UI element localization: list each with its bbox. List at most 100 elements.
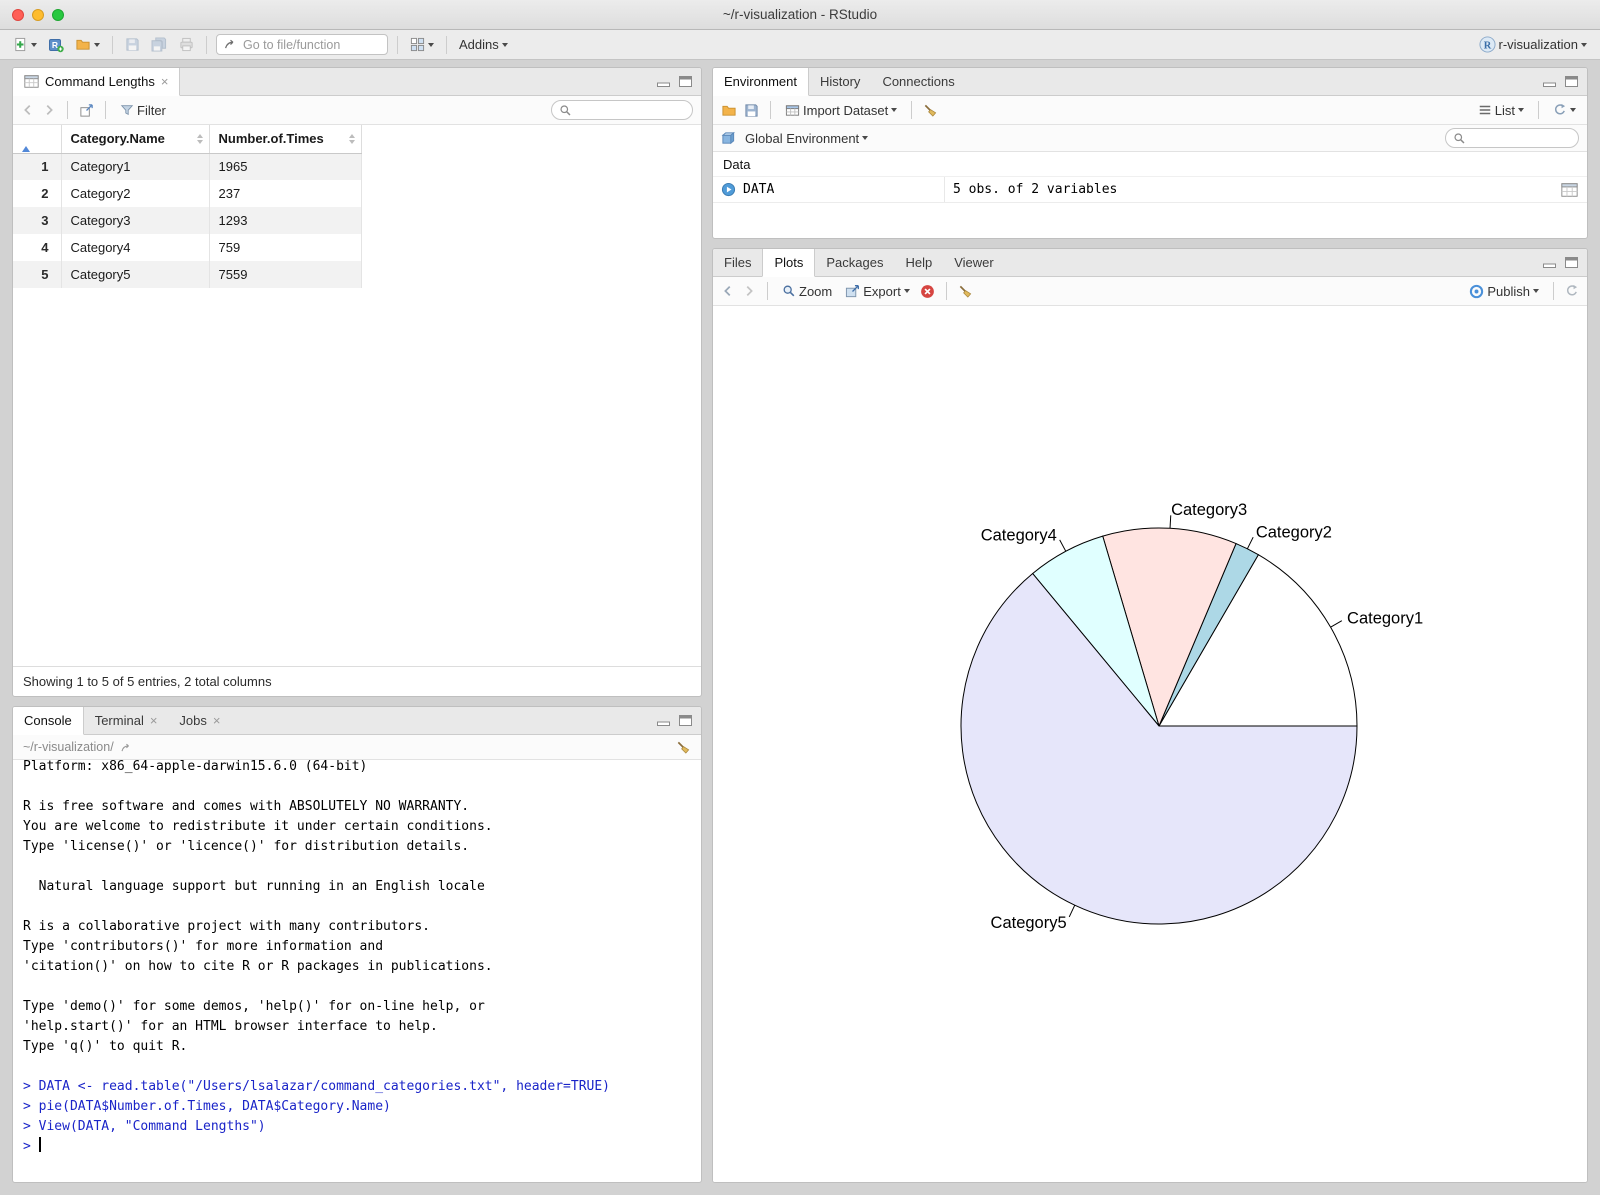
tab-label: Connections xyxy=(882,74,955,89)
save-workspace-icon[interactable] xyxy=(744,103,759,118)
chevron-down-icon xyxy=(903,289,910,293)
row-number-header[interactable] xyxy=(13,125,62,154)
expand-object-icon[interactable] xyxy=(721,182,736,197)
tab-viewer[interactable]: Viewer xyxy=(943,249,1005,276)
zoom-plot-button[interactable]: Zoom xyxy=(779,282,835,301)
addins-button[interactable]: Addins xyxy=(456,35,511,54)
save-button[interactable] xyxy=(122,35,143,54)
new-project-button[interactable]: R xyxy=(45,35,67,55)
zoom-window-button[interactable] xyxy=(52,8,64,21)
environment-object-row[interactable]: DATA 5 obs. of 2 variables xyxy=(713,176,1587,203)
close-tab-icon[interactable]: × xyxy=(213,714,221,727)
chevron-down-icon xyxy=(1518,108,1524,112)
table-row: 3 Category3 1293 xyxy=(13,207,362,234)
tab-history[interactable]: History xyxy=(809,68,871,95)
table-search-box[interactable] xyxy=(551,100,693,120)
minimize-pane-icon[interactable] xyxy=(657,715,670,726)
viewer-table-body: 1 Category1 1965 2 Category2 237 3 Category3 129… xyxy=(13,153,362,288)
open-file-button[interactable] xyxy=(72,35,103,54)
print-icon xyxy=(180,37,193,52)
data-table: Category.Name Number.of.Times 1 Category1… xyxy=(13,125,362,288)
clear-all-plots-broom-icon[interactable] xyxy=(958,284,973,299)
publish-button[interactable]: Publish xyxy=(1466,282,1542,301)
remove-plot-icon[interactable] xyxy=(920,284,935,299)
maximize-pane-icon[interactable] xyxy=(679,715,692,726)
save-all-button[interactable] xyxy=(148,35,171,54)
tab-command-lengths[interactable]: Command Lengths × xyxy=(13,68,181,96)
minimize-pane-icon[interactable] xyxy=(657,76,670,87)
popout-window-icon[interactable] xyxy=(79,103,94,118)
svg-text:R: R xyxy=(52,40,58,50)
save-all-icon xyxy=(151,37,167,52)
row-number: 5 xyxy=(13,261,62,288)
tab-files[interactable]: Files xyxy=(713,249,762,276)
chevron-down-icon xyxy=(428,42,434,47)
toolbar-separator xyxy=(206,35,207,54)
minimize-pane-icon[interactable] xyxy=(1543,76,1556,87)
clear-environment-broom-icon[interactable] xyxy=(923,103,938,118)
close-tab-icon[interactable]: × xyxy=(150,714,158,727)
object-name-cell: DATA xyxy=(713,177,945,202)
table-row: 4 Category4 759 xyxy=(13,234,362,261)
tab-console[interactable]: Console xyxy=(13,707,84,735)
goto-file-function-box[interactable] xyxy=(216,34,388,55)
refresh-plot-icon[interactable] xyxy=(1565,284,1579,298)
toolbar-separator xyxy=(105,101,106,119)
pane-layout-button[interactable] xyxy=(407,35,437,54)
table-search-input[interactable] xyxy=(577,103,685,117)
load-workspace-folder-icon[interactable] xyxy=(721,103,737,118)
sort-arrows-icon xyxy=(348,133,355,144)
tab-connections[interactable]: Connections xyxy=(871,68,965,95)
environment-scope-selector[interactable]: Global Environment xyxy=(742,129,871,148)
environment-search-box[interactable] xyxy=(1445,128,1579,148)
new-file-button[interactable] xyxy=(10,35,40,54)
plots-toolbar: Zoom Export Publish xyxy=(713,277,1587,306)
tab-label: Environment xyxy=(724,74,797,89)
maximize-pane-icon[interactable] xyxy=(1565,76,1578,87)
tab-environment[interactable]: Environment xyxy=(713,68,809,96)
export-label: Export xyxy=(863,283,901,299)
chevron-down-icon xyxy=(31,42,37,47)
next-plot-icon[interactable] xyxy=(742,284,756,298)
column-header-number-of-times[interactable]: Number.of.Times xyxy=(209,125,362,154)
tab-packages[interactable]: Packages xyxy=(815,249,894,276)
import-dataset-button[interactable]: Import Dataset xyxy=(782,101,900,120)
console-output[interactable]: Platform: x86_64-apple-darwin15.6.0 (64-… xyxy=(13,760,701,1182)
close-window-button[interactable] xyxy=(12,8,24,21)
project-menu-button[interactable]: R r-visualization xyxy=(1476,34,1590,55)
list-view-button[interactable]: List xyxy=(1475,101,1527,120)
tab-label: Packages xyxy=(826,255,884,270)
environment-pane-header: Environment History Connections xyxy=(713,68,1587,96)
filter-button[interactable]: Filter xyxy=(117,101,169,120)
column-header-category-name[interactable]: Category.Name xyxy=(61,125,210,154)
view-data-button[interactable] xyxy=(1561,182,1578,197)
tab-terminal[interactable]: Terminal × xyxy=(84,707,169,734)
close-tab-icon[interactable]: × xyxy=(161,75,169,88)
tab-jobs[interactable]: Jobs × xyxy=(168,707,231,734)
environment-search-input[interactable] xyxy=(1471,131,1571,145)
previous-plot-icon[interactable] xyxy=(721,284,735,298)
chevron-down-icon xyxy=(862,136,869,140)
minimize-window-button[interactable] xyxy=(32,8,44,21)
forward-icon[interactable] xyxy=(42,103,56,117)
pie-label-tick xyxy=(1330,620,1343,628)
minimize-pane-icon[interactable] xyxy=(1543,257,1556,268)
pie-slice-label: Category5 xyxy=(991,914,1067,932)
print-button[interactable] xyxy=(176,35,197,54)
svg-text:R: R xyxy=(1483,40,1491,51)
search-icon xyxy=(560,104,571,115)
maximize-pane-icon[interactable] xyxy=(1565,257,1578,268)
tab-help[interactable]: Help xyxy=(894,249,943,276)
goto-file-function-input[interactable] xyxy=(243,37,380,52)
refresh-environment-button[interactable] xyxy=(1550,101,1579,119)
goto-directory-icon[interactable] xyxy=(120,741,133,754)
export-plot-button[interactable]: Export xyxy=(842,282,913,301)
environment-section-header: Data xyxy=(723,156,751,172)
back-icon[interactable] xyxy=(21,103,35,117)
pane-window-buttons xyxy=(657,68,692,95)
maximize-pane-icon[interactable] xyxy=(679,76,692,87)
addins-label: Addins xyxy=(459,37,499,52)
cell-category-name: Category3 xyxy=(61,207,210,234)
tab-plots[interactable]: Plots xyxy=(762,249,816,277)
clear-console-broom-icon[interactable] xyxy=(676,740,691,755)
